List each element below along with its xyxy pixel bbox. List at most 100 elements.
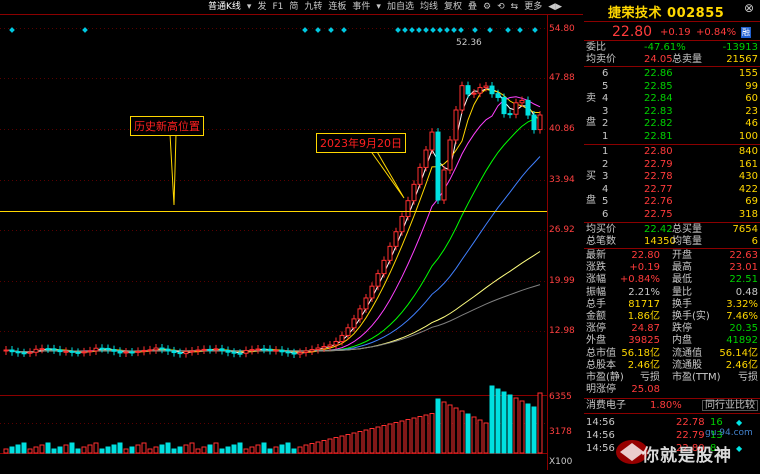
candle [459, 85, 465, 111]
stat-label: 跌停 [672, 323, 692, 335]
bid-level-row[interactable]: 3 22.78 430 [584, 171, 760, 182]
volume-bar [351, 432, 357, 454]
ask-level-row[interactable]: 1 22.81 100 [584, 131, 760, 142]
stat-label: 总手 [586, 298, 606, 310]
candle [9, 349, 15, 353]
bid-level-row[interactable]: 1 22.80 840 [584, 146, 760, 157]
close-icon[interactable]: ⊗ [744, 1, 754, 15]
event-button[interactable]: 事件 [349, 0, 373, 14]
add-watchlist-button[interactable]: 加自选 [384, 0, 417, 14]
settings-icon[interactable]: ⚙ [480, 0, 494, 14]
ask-level-row[interactable]: 6 22.86 155 [584, 68, 760, 79]
volume-bar [429, 413, 435, 454]
lianban-button[interactable]: 连板 [325, 0, 349, 14]
volume-bar [513, 397, 519, 454]
weibi-row: 委比 -47.61% -13913 [584, 42, 760, 53]
sector-row[interactable]: 消费电子 1.80% 同行业比较 [584, 400, 760, 411]
candle [129, 351, 135, 354]
volume-bar [297, 446, 303, 454]
price-tick: 47.88 [549, 73, 575, 83]
industry-compare-button[interactable]: 同行业比较 [702, 400, 758, 411]
more-button[interactable]: 更多 [521, 0, 545, 14]
bid-volume: 318 [738, 209, 758, 220]
volume-bar [135, 444, 141, 454]
candle [255, 348, 261, 351]
volume-bar [447, 404, 453, 454]
volume-bar [519, 400, 525, 454]
candle [513, 102, 519, 115]
stats-row: 明涨停 25.08 [584, 384, 760, 395]
candle [303, 350, 309, 353]
bid-level-row[interactable]: 4 22.77 422 [584, 184, 760, 195]
candle [123, 351, 129, 354]
stat-label: 流通值 [672, 347, 702, 359]
kline-type-select[interactable]: 普通K线 [205, 0, 244, 14]
candle [189, 350, 195, 353]
candle [387, 245, 393, 261]
volume-bar [141, 442, 147, 454]
margin-flag: 融 [741, 27, 751, 38]
ask-level-row[interactable]: 4 22.84 60 [584, 93, 760, 104]
volume-bar [225, 446, 231, 454]
candle [483, 85, 489, 89]
volume-bar [189, 442, 195, 454]
event-dropdown-icon[interactable]: ▾ [373, 0, 384, 14]
bid-level-row[interactable]: 6 22.75 318 [584, 209, 760, 220]
sector-name[interactable]: 消费电子 [586, 400, 626, 411]
fa-button[interactable]: 发 [254, 0, 269, 14]
volume-bar [411, 417, 417, 454]
volume-bar [423, 414, 429, 454]
candle [393, 231, 399, 247]
bid-level: 5 [602, 196, 609, 208]
total-sell-label: 总卖量 [672, 54, 702, 65]
ask-level: 2 [602, 118, 609, 130]
volume-bar [417, 416, 423, 454]
volume-bar [531, 406, 537, 454]
f1-button[interactable]: F1 [269, 0, 286, 14]
bid-price: 22.79 [644, 158, 673, 170]
volume-bar [309, 443, 315, 454]
candle [51, 348, 57, 351]
candle [57, 349, 63, 353]
kline-chart[interactable] [0, 0, 583, 470]
candle [333, 341, 339, 346]
stock-header: 捷荣技术 002855 ⊗ [584, 0, 760, 21]
volume-bar [249, 446, 255, 454]
stats-row: 市盈(静) 亏损 市盈(TTM) 亏损 [584, 372, 760, 383]
ma-button[interactable]: 均线 [417, 0, 441, 14]
adjust-button[interactable]: 复权 [441, 0, 465, 14]
volume-bar [27, 448, 33, 454]
volume-bar [441, 401, 447, 454]
candle [21, 352, 27, 355]
candle [447, 139, 453, 171]
volume-bar [267, 448, 273, 454]
volume-bar [165, 442, 171, 454]
volume-bar [435, 398, 441, 454]
overlay-button[interactable]: 叠 [465, 0, 480, 14]
ask-level-row[interactable]: 2 22.82 46 [584, 118, 760, 129]
bid-level-row[interactable]: 2 22.79 161 [584, 159, 760, 170]
bid-level-row[interactable]: 5 22.76 69 [584, 196, 760, 207]
swap-icon[interactable]: ⇆ [508, 0, 522, 14]
ask-level-row[interactable]: 5 22.85 99 [584, 81, 760, 92]
stat-label: 总市值 [586, 347, 616, 359]
candle [15, 351, 21, 354]
stock-title: 捷荣技术 002855 [608, 6, 725, 21]
jian-button[interactable]: 简 [286, 0, 301, 14]
ask-level-row[interactable]: 3 22.83 23 [584, 106, 760, 117]
price-change-pct: +0.84% [696, 27, 737, 38]
avg-amount-value: 6 [751, 236, 758, 247]
stat-value: 7.46% [726, 311, 758, 322]
candle [351, 318, 357, 329]
volume-bar [129, 446, 135, 454]
volume-bar [57, 446, 63, 454]
jiuzhuan-button[interactable]: 九转 [301, 0, 325, 14]
volume-bar [321, 440, 327, 454]
candle [111, 349, 117, 352]
volume-bar [405, 419, 411, 454]
watermark-text: 你就是股神 [642, 446, 732, 466]
kline-type-dropdown-icon[interactable]: ▾ [244, 0, 255, 14]
volume-bar [339, 435, 345, 454]
volume-bar [285, 442, 291, 454]
refresh-icon[interactable]: ⟲ [494, 0, 508, 14]
